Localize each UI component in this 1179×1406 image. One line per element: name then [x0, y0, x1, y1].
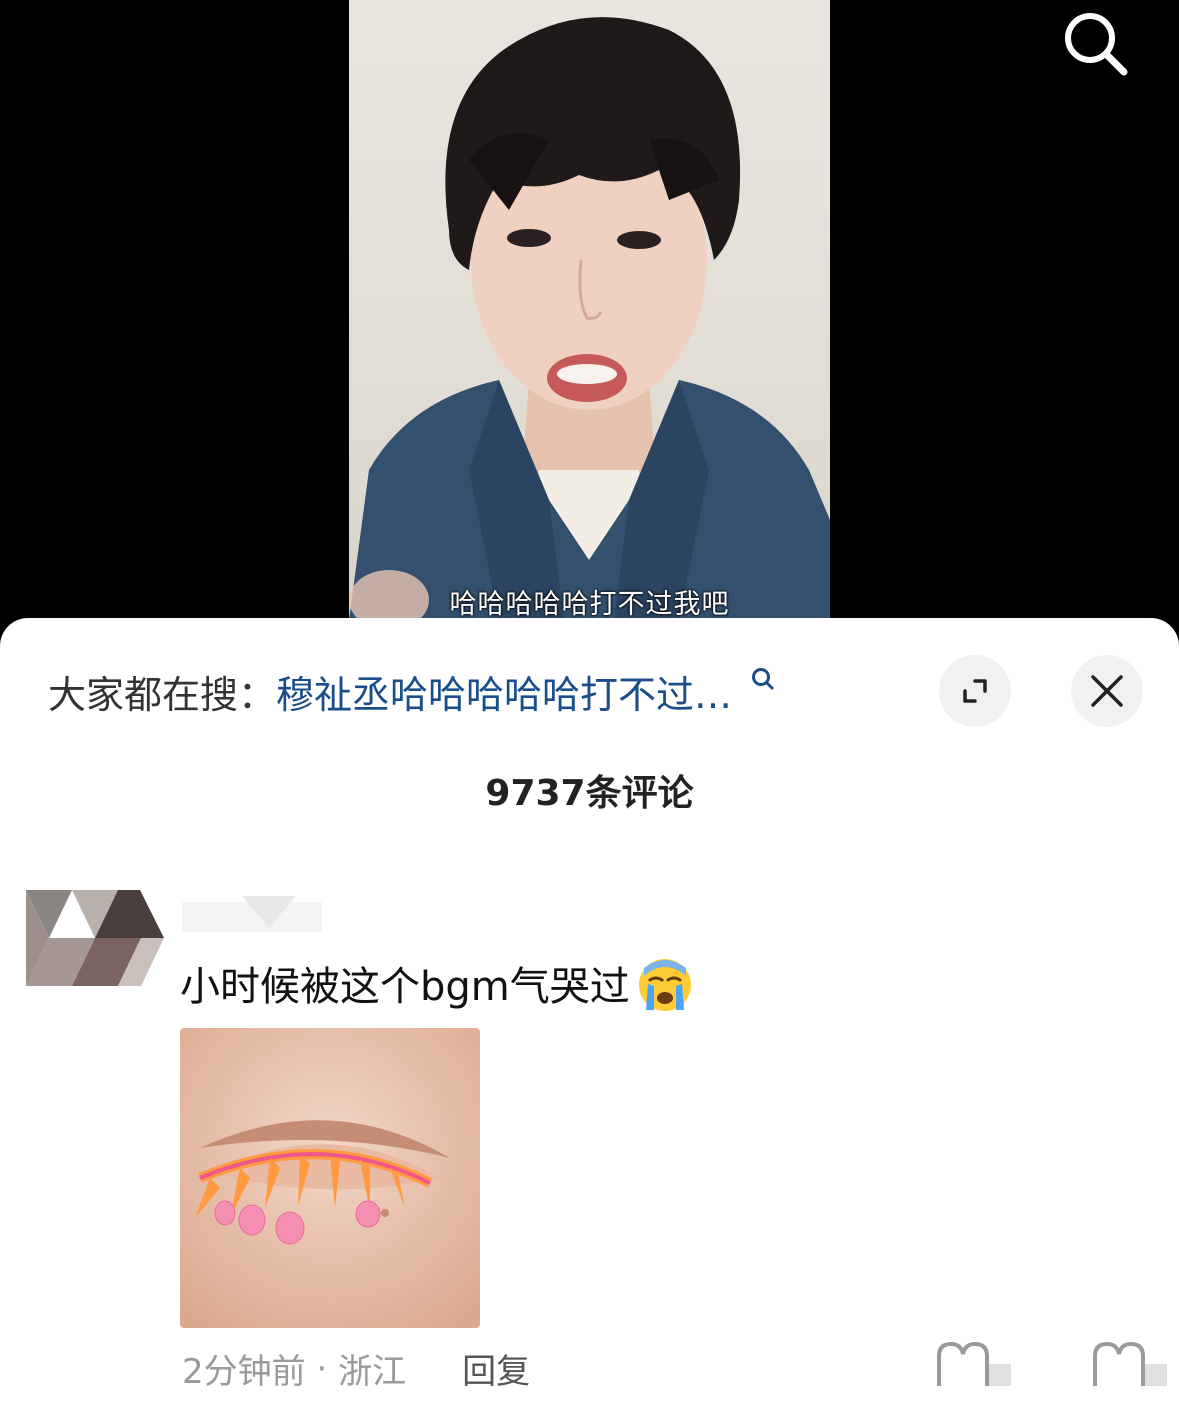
avatar[interactable]: [26, 890, 164, 986]
crying-eye-image: [180, 1028, 480, 1328]
hot-search-prefix: 大家都在搜：: [48, 672, 277, 717]
comment-username[interactable]: [182, 892, 322, 938]
close-button[interactable]: [1071, 655, 1143, 727]
username-blurred: [182, 896, 322, 932]
comment-actions: [933, 1340, 1169, 1390]
video-person-image: [349, 17, 830, 620]
comment-meta: 2分钟前 · 浙江 回复: [182, 1344, 530, 1393]
comment-time: 2分钟前: [182, 1352, 306, 1392]
comment-text-content: 小时候被这个bgm气哭过: [180, 964, 630, 1010]
comment-image[interactable]: [180, 1028, 480, 1328]
comment-text: 小时候被这个bgm气哭过: [180, 954, 694, 1012]
meta-separator: ·: [305, 1348, 339, 1389]
video-subtitle: 哈哈哈哈哈打不过我吧: [449, 589, 730, 620]
reply-button[interactable]: 回复: [462, 1344, 530, 1393]
comment-location: 浙江: [338, 1352, 407, 1392]
comment-count: 9737条评论: [485, 773, 694, 814]
expand-button[interactable]: [939, 655, 1011, 727]
video-frame[interactable]: 哈哈哈哈哈打不过我吧: [349, 0, 830, 620]
close-icon: [1091, 675, 1123, 707]
search-icon[interactable]: [1058, 6, 1134, 82]
dislike-icon[interactable]: [1089, 1340, 1169, 1390]
comment-item: 小时候被这个bgm气哭过 2分钟前 · 浙江 回复: [0, 888, 1179, 1406]
hot-search-bar[interactable]: 大家都在搜： 穆祉丞哈哈哈哈哈打不过…: [48, 664, 888, 719]
hot-search-keyword[interactable]: 穆祉丞哈哈哈哈哈打不过…: [276, 664, 732, 719]
video-player[interactable]: 哈哈哈哈哈打不过我吧: [0, 0, 1179, 640]
expand-icon: [963, 679, 987, 703]
like-icon[interactable]: [933, 1340, 1013, 1390]
comment-panel: 大家都在搜： 穆祉丞哈哈哈哈哈打不过… 9737条评论 小时候被这个bgm气哭过…: [0, 618, 1179, 1406]
small-search-icon[interactable]: [750, 666, 776, 692]
crying-face-emoji: [638, 959, 691, 1011]
